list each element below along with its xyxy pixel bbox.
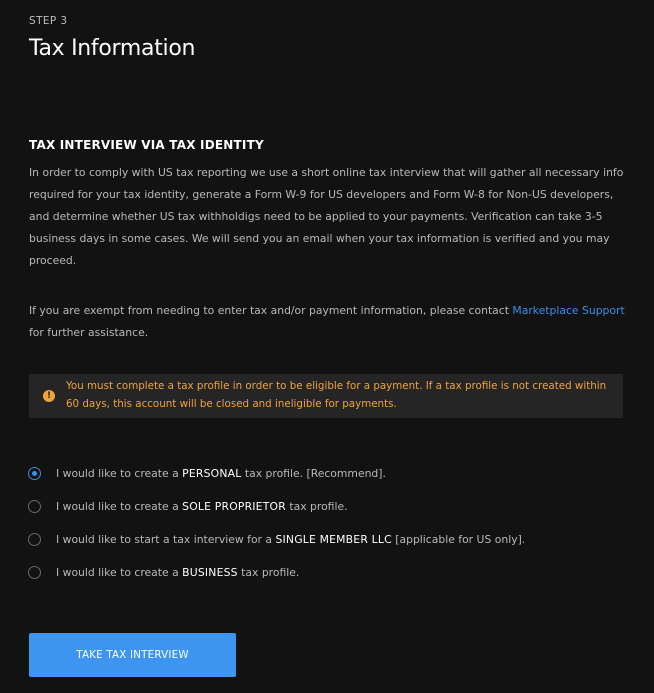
- tax-information-page: STEP 3 Tax Information TAX INTERVIEW VIA…: [0, 0, 654, 693]
- marketplace-support-link[interactable]: Marketplace Support: [512, 304, 624, 317]
- option-sole-proprietor[interactable]: I would like to create a SOLE PROPRIETOR…: [28, 495, 348, 517]
- option-text: tax profile. [Recommend].: [241, 466, 386, 480]
- option-text: [applicable for US only].: [391, 532, 526, 546]
- option-single-member-llc[interactable]: I would like to start a tax interview fo…: [28, 528, 525, 550]
- warning-icon: !: [43, 390, 55, 402]
- option-label: I would like to create a PERSONAL tax pr…: [56, 467, 386, 480]
- option-emphasis: BUSINESS: [182, 565, 238, 579]
- exempt-text-before: If you are exempt from needing to enter …: [29, 304, 513, 317]
- exempt-text-after: for further assistance.: [29, 326, 149, 339]
- option-emphasis: PERSONAL: [182, 466, 242, 480]
- option-label: I would like to create a BUSINESS tax pr…: [56, 566, 299, 579]
- step-label: STEP 3: [29, 15, 68, 27]
- option-label: I would like to create a SOLE PROPRIETOR…: [56, 500, 348, 513]
- option-personal[interactable]: I would like to create a PERSONAL tax pr…: [28, 462, 386, 484]
- option-text: tax profile.: [285, 499, 348, 513]
- option-emphasis: SINGLE MEMBER LLC: [275, 532, 392, 546]
- radio-sole-proprietor[interactable]: [28, 499, 41, 513]
- option-emphasis: SOLE PROPRIETOR: [182, 499, 286, 513]
- page-title: Tax Information: [29, 36, 196, 61]
- section-heading: TAX INTERVIEW VIA TAX IDENTITY: [29, 138, 264, 152]
- option-text: I would like to create a: [56, 499, 183, 513]
- radio-business[interactable]: [28, 565, 41, 579]
- exempt-paragraph: If you are exempt from needing to enter …: [29, 300, 629, 344]
- option-text: tax profile.: [237, 565, 300, 579]
- option-text: I would like to create a: [56, 466, 183, 480]
- take-tax-interview-button[interactable]: TAKE TAX INTERVIEW: [29, 633, 236, 677]
- option-label: I would like to start a tax interview fo…: [56, 533, 525, 546]
- radio-personal[interactable]: [28, 466, 41, 480]
- warning-alert: ! You must complete a tax profile in ord…: [29, 374, 623, 418]
- option-text: I would like to create a: [56, 565, 183, 579]
- radio-single-member-llc[interactable]: [28, 532, 41, 546]
- intro-paragraph: In order to comply with US tax reporting…: [29, 166, 624, 267]
- option-business[interactable]: I would like to create a BUSINESS tax pr…: [28, 561, 299, 583]
- alert-text: You must complete a tax profile in order…: [66, 380, 607, 410]
- option-text: I would like to start a tax interview fo…: [56, 532, 276, 546]
